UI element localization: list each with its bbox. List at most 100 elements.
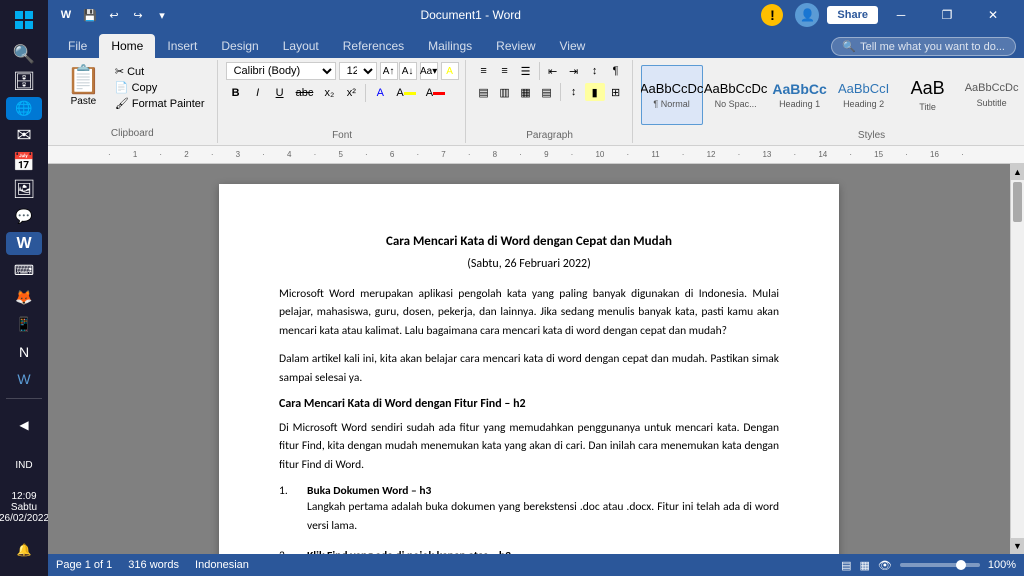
arrow-left-icon[interactable]: ◀ <box>6 407 42 443</box>
taskview-icon[interactable]: 🗄 <box>6 70 42 93</box>
document-subtitle: (Sabtu, 26 Februari 2022) <box>279 257 779 271</box>
user-avatar[interactable]: 👤 <box>795 3 819 27</box>
italic-button[interactable]: I <box>248 83 268 103</box>
close-button[interactable]: ✕ <box>970 0 1016 30</box>
firefox-icon[interactable]: 🦊 <box>6 286 42 309</box>
decrease-indent-button[interactable]: ⇤ <box>543 62 563 80</box>
windows-start-icon[interactable] <box>6 8 42 31</box>
format-painter-button[interactable]: 🖌Format Painter <box>111 96 209 111</box>
justify-button[interactable]: ▤ <box>537 83 557 101</box>
tab-layout[interactable]: Layout <box>271 34 331 58</box>
align-left-button[interactable]: ▤ <box>474 83 494 101</box>
scroll-up-button[interactable]: ▲ <box>1011 164 1024 180</box>
tab-mailings[interactable]: Mailings <box>416 34 484 58</box>
align-center-button[interactable]: ▥ <box>495 83 515 101</box>
subscript-button[interactable]: x₂ <box>319 83 339 103</box>
underline-button[interactable]: U <box>270 83 290 103</box>
font-color-button[interactable]: A <box>422 83 449 103</box>
highlight-button[interactable]: A <box>441 62 459 80</box>
style-heading1[interactable]: AaBbCc Heading 1 <box>769 65 831 125</box>
scroll-down-button[interactable]: ▼ <box>1011 538 1024 554</box>
tab-view[interactable]: View <box>548 34 598 58</box>
web-layout-icon[interactable]: 👁 <box>878 559 892 572</box>
scroll-thumb[interactable] <box>1013 182 1022 222</box>
status-right: ▤ ▦ 👁 100% <box>841 559 1016 572</box>
bold-button[interactable]: B <box>226 83 246 103</box>
tab-file[interactable]: File <box>56 34 99 58</box>
align-right-button[interactable]: ▦ <box>516 83 536 101</box>
word2-icon[interactable]: W <box>6 367 42 390</box>
minimize-button[interactable]: ─ <box>878 0 924 30</box>
tab-insert[interactable]: Insert <box>155 34 209 58</box>
bullets-button[interactable]: ≡ <box>474 62 494 80</box>
numbering-button[interactable]: ≡ <box>495 62 515 80</box>
text-highlight-button[interactable]: A <box>392 83 419 103</box>
content-area: Cara Mencari Kata di Word dengan Cepat d… <box>48 164 1024 554</box>
share-button[interactable]: Share <box>827 6 878 24</box>
cut-button[interactable]: ✂Cut <box>111 64 209 79</box>
increase-font-button[interactable]: A↑ <box>380 62 398 80</box>
style-subtitle[interactable]: AaBbCcDc Subtitle <box>961 65 1023 125</box>
save-icon[interactable]: 💾 <box>80 5 100 25</box>
style-title[interactable]: AaB Title <box>897 65 959 125</box>
vscode-icon[interactable]: ⌨ <box>6 259 42 282</box>
calendar-icon[interactable]: 📅 <box>6 151 42 174</box>
tab-design[interactable]: Design <box>209 34 270 58</box>
notification-icon[interactable]: 🔔 <box>6 532 42 568</box>
undo-icon[interactable]: ↩ <box>104 5 124 25</box>
print-layout-icon[interactable]: ▦ <box>859 559 869 572</box>
redo-icon[interactable]: ↪ <box>128 5 148 25</box>
teams-icon[interactable]: 💬 <box>6 205 42 228</box>
clock-date: 26/02/2022 <box>0 513 49 524</box>
customize-icon[interactable]: ▾ <box>152 5 172 25</box>
strikethrough-button[interactable]: abc <box>292 83 318 103</box>
heading-2: Cara Mencari Kata di Word dengan Fitur F… <box>279 397 779 411</box>
maximize-button[interactable]: ❐ <box>924 0 970 30</box>
style-h2-preview: AaBbCcI <box>838 81 889 97</box>
list-heading-1: Buka Dokumen Word – h3 <box>307 484 779 498</box>
font-label: Font <box>332 128 352 141</box>
tab-home[interactable]: Home <box>99 34 155 58</box>
notion-icon[interactable]: N <box>6 340 42 363</box>
scrollbar[interactable]: ▲ ▼ <box>1010 164 1024 554</box>
decrease-font-button[interactable]: A↓ <box>399 62 417 80</box>
ruler: ·1·2·3·4·5·6·7·8·9·10·11·12·13·14·15·16· <box>48 146 1024 164</box>
separator <box>365 84 366 102</box>
clock-display[interactable]: 12:09 Sabtu 26/02/2022 <box>0 487 49 528</box>
font-name-select[interactable]: Calibri (Body) <box>226 62 336 80</box>
paste-button[interactable]: 📋 Paste <box>58 62 109 141</box>
superscript-button[interactable]: x² <box>341 83 361 103</box>
ime-icon[interactable]: IND <box>6 447 42 483</box>
font-size-select[interactable]: 12 <box>339 62 377 80</box>
multilevel-button[interactable]: ☰ <box>516 62 536 80</box>
style-no-spacing[interactable]: AaBbCcDc No Spac... <box>705 65 767 125</box>
read-mode-icon[interactable]: ▤ <box>841 559 851 572</box>
borders-button[interactable]: ⊞ <box>606 83 626 101</box>
style-heading2[interactable]: AaBbCcI Heading 2 <box>833 65 895 125</box>
copy-button[interactable]: 📄Copy <box>111 80 209 95</box>
text-effects-button[interactable]: A <box>370 83 390 103</box>
change-case-button[interactable]: Aa▾ <box>420 62 438 80</box>
ribbon-search[interactable]: 🔍 Tell me what you want to do... <box>831 37 1016 56</box>
edge-icon[interactable]: 🌐 <box>6 97 42 120</box>
photos-icon[interactable]: 🖼 <box>6 178 42 201</box>
styles-label: Styles <box>858 128 885 141</box>
font-name-row: Calibri (Body) 12 A↑ A↓ Aa▾ A <box>226 62 459 80</box>
shading-button[interactable]: ▮ <box>585 83 605 101</box>
tab-references[interactable]: References <box>331 34 416 58</box>
clock-day: Sabtu <box>0 502 49 513</box>
whatsapp-icon[interactable]: 📱 <box>6 313 42 336</box>
style-normal[interactable]: AaBbCcDc ¶ Normal <box>641 65 703 125</box>
show-marks-button[interactable]: ¶ <box>606 62 626 80</box>
zoom-slider[interactable] <box>900 563 980 567</box>
tab-review[interactable]: Review <box>484 34 547 58</box>
increase-indent-button[interactable]: ⇥ <box>564 62 584 80</box>
sort-button[interactable]: ↕ <box>585 62 605 80</box>
line-spacing-button[interactable]: ↕ <box>564 83 584 101</box>
clipboard-group: 📋 Paste ✂Cut 📄Copy 🖌Format Painter Clipb… <box>52 60 218 143</box>
mail-icon[interactable]: ✉ <box>6 124 42 147</box>
search-taskbar-icon[interactable]: 🔍 <box>6 43 42 66</box>
word-icon[interactable]: W <box>6 232 42 255</box>
list-text-1: Langkah pertama adalah buka dokumen yang… <box>307 498 779 535</box>
style-normal-preview: AaBbCcDc <box>641 81 704 97</box>
